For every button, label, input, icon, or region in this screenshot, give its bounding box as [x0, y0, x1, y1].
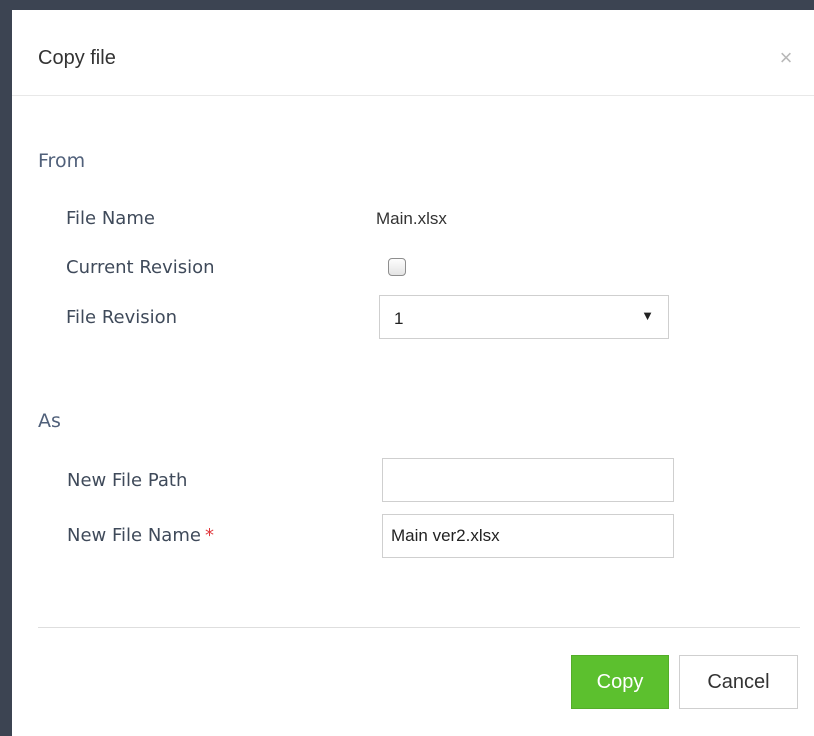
file-revision-label: File Revision: [66, 307, 178, 328]
close-icon[interactable]: ×: [774, 46, 798, 70]
copy-button[interactable]: Copy: [571, 655, 669, 709]
copy-file-dialog: Copy file × From File Name Main.xlsx Cur…: [12, 10, 814, 736]
current-revision-checkbox[interactable]: [388, 258, 406, 276]
footer-divider: [38, 627, 800, 628]
file-revision-selected-value: 1: [394, 309, 404, 328]
chevron-down-icon: ▼: [641, 308, 654, 323]
new-file-name-label-text: New File Name: [67, 525, 201, 546]
file-name-value: Main.xlsx: [376, 209, 447, 228]
required-marker: *: [204, 525, 214, 546]
page-backdrop: Copy file × From File Name Main.xlsx Cur…: [0, 0, 814, 736]
cancel-button[interactable]: Cancel: [679, 655, 798, 709]
file-revision-select[interactable]: 1 ▼: [379, 295, 669, 339]
new-file-path-input[interactable]: [382, 458, 674, 502]
dialog-title: Copy file: [38, 47, 116, 69]
dialog-header: Copy file ×: [12, 10, 814, 96]
current-revision-label: Current Revision: [66, 257, 215, 278]
file-name-label: File Name: [66, 208, 155, 229]
new-file-name-input[interactable]: [382, 514, 674, 558]
new-file-name-label: New File Name *: [67, 525, 214, 546]
new-file-path-label: New File Path: [67, 470, 188, 491]
section-title-as: As: [38, 410, 61, 432]
section-title-from: From: [38, 150, 86, 172]
